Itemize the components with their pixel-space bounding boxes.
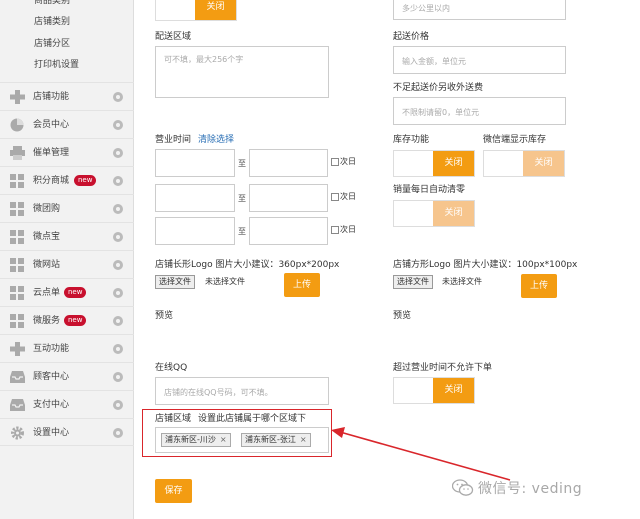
wechat-icon [451,479,474,497]
watermark-text: 微信号: veding [478,481,583,497]
save-button[interactable]: 保存 [155,479,192,503]
watermark: 微信号: veding [451,478,583,498]
annotation-arrow [331,427,511,481]
